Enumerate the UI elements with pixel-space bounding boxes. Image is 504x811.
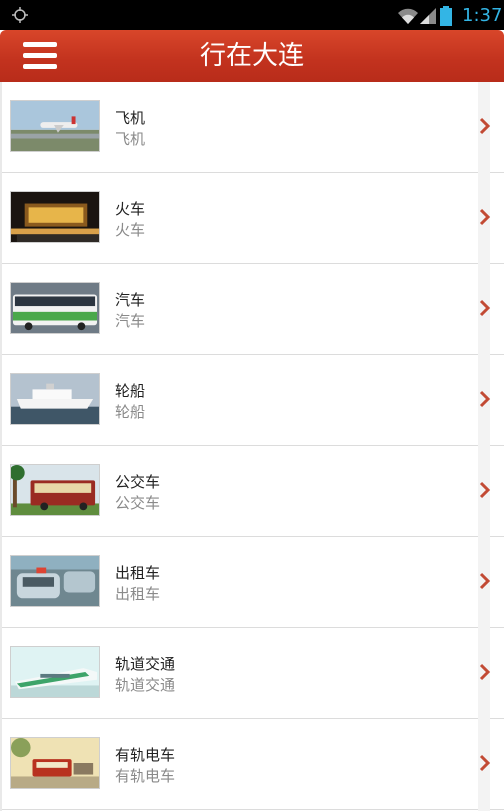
tram-thumbnail — [10, 737, 100, 789]
city-bus-thumbnail — [10, 464, 100, 516]
gps-icon — [12, 7, 28, 23]
chevron-right-icon — [479, 663, 491, 681]
chevron-right-icon — [479, 481, 491, 499]
item-title: 轨道交通 — [115, 655, 176, 673]
status-time: 1:37 — [462, 5, 503, 26]
bus-thumbnail — [10, 282, 100, 334]
chevron-right-icon — [479, 117, 491, 135]
wifi-icon — [398, 8, 418, 24]
battery-icon — [440, 6, 452, 26]
list-item-taxi[interactable]: 出租车 出租车 — [2, 537, 504, 628]
item-title: 有轨电车 — [115, 746, 176, 764]
transport-list: 飞机 飞机 火车 火车 汽车 汽车 轮船 轮船 公交车 公交车 出租车 出租车 … — [0, 82, 504, 811]
list-item-ship[interactable]: 轮船 轮船 — [2, 355, 504, 446]
page-title: 行在大连 — [199, 41, 304, 71]
item-subtitle: 轨道交通 — [115, 676, 176, 694]
item-title: 轮船 — [115, 382, 146, 400]
list-item-rail-transit[interactable]: 轨道交通 轨道交通 — [2, 628, 504, 719]
airplane-thumbnail — [10, 100, 100, 152]
item-subtitle: 飞机 — [115, 130, 146, 148]
list-item-airplane[interactable]: 飞机 飞机 — [2, 82, 504, 173]
item-title: 出租车 — [115, 564, 161, 582]
chevron-right-icon — [479, 390, 491, 408]
item-title: 火车 — [115, 200, 146, 218]
item-subtitle: 汽车 — [115, 312, 146, 330]
item-subtitle: 火车 — [115, 221, 146, 239]
taxi-thumbnail — [10, 555, 100, 607]
chevron-right-icon — [479, 572, 491, 590]
item-title: 公交车 — [115, 473, 161, 491]
chevron-right-icon — [479, 754, 491, 772]
item-subtitle: 公交车 — [115, 494, 161, 512]
item-title: 飞机 — [115, 109, 146, 127]
item-subtitle: 有轨电车 — [115, 767, 176, 785]
item-subtitle: 轮船 — [115, 403, 146, 421]
chevron-right-icon — [479, 208, 491, 226]
status-bar: 1:37 — [0, 0, 504, 30]
list-item-city-bus[interactable]: 公交车 公交车 — [2, 446, 504, 537]
list-item-bus[interactable]: 汽车 汽车 — [2, 264, 504, 355]
signal-icon — [420, 8, 436, 24]
rail-transit-thumbnail — [10, 646, 100, 698]
ship-thumbnail — [10, 373, 100, 425]
chevron-right-icon — [479, 299, 491, 317]
app-bar: 行在大连 — [0, 30, 504, 82]
item-subtitle: 出租车 — [115, 585, 161, 603]
item-title: 汽车 — [115, 291, 146, 309]
train-station-thumbnail — [10, 191, 100, 243]
list-item-tram[interactable]: 有轨电车 有轨电车 — [2, 719, 504, 810]
list-item-train[interactable]: 火车 火车 — [2, 173, 504, 264]
